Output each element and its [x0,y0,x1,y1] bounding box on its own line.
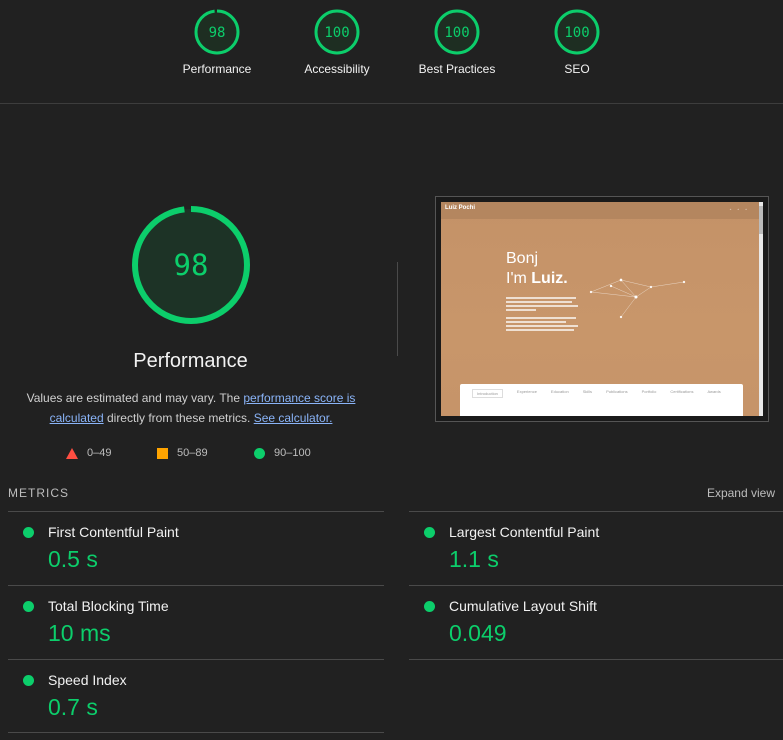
screenshot-tab: Introduction [472,389,503,398]
screenshot-heading-prefix: I'm [506,270,532,287]
svg-text:98: 98 [209,25,226,41]
see-calculator-link[interactable]: See calculator. [254,411,333,425]
pass-circle-icon [23,601,34,612]
screenshot-logo: Luiz Pochi [445,205,475,211]
legend-average: 50–89 [157,447,208,459]
pass-circle-icon [424,601,435,612]
circle-icon [254,447,265,459]
legend-fail: 0–49 [66,447,111,459]
vertical-divider [397,262,398,356]
metric-name: Largest Contentful Paint [449,524,600,540]
screenshot-tab: Awards [707,389,721,394]
accessibility-gauge-ring: 100 [314,9,360,55]
metric-value: 0.7 s [48,694,98,720]
network-graphic [589,278,686,319]
expand-view-button[interactable]: Expand view [707,486,775,500]
screenshot-tab-card: Introduction Experience Education Skills Pub… [460,384,743,416]
metrics-heading: METRICS [8,486,69,500]
gauge-label-performance: Performance [182,62,252,76]
metric-name: First Contentful Paint [48,524,179,540]
pass-circle-icon [424,527,435,538]
gauge-best-practices[interactable]: 100 Best Practices [397,8,517,76]
legend-fail-range: 0–49 [87,447,112,459]
gauge-label-seo: SEO [564,62,590,76]
metric-cumulative-layout-shift: Cumulative Layout Shift 0.049 [409,585,783,660]
gauge-performance[interactable]: 98 Performance [157,8,277,76]
metric-largest-contentful-paint: Largest Contentful Paint 1.1 s [409,511,783,586]
screenshot-navbar: Luiz Pochi ◦◦◦ [441,202,763,219]
gauge-label-accessibility: Accessibility [304,62,370,76]
legend-pass-range: 90–100 [274,447,311,459]
gauge-label-best-practices: Best Practices [418,62,496,76]
metric-value: 1.1 s [449,546,499,572]
gauge-seo[interactable]: 100 SEO [517,8,637,76]
screenshot-tab: Portfolio [641,389,657,394]
triangle-icon [66,447,78,459]
metric-value: 10 ms [48,620,111,646]
screenshot-nav-icons: ◦◦◦ [729,207,753,213]
screenshot-heading-line1: Bonj [506,250,539,267]
pass-circle-icon [23,675,34,686]
description-text-mid: directly from these metrics. [103,411,254,425]
gauge-accessibility[interactable]: 100 Accessibility [277,8,397,76]
seo-gauge-ring: 100 [554,9,600,55]
score-description: Values are estimated and may vary. The p… [20,388,362,428]
screenshot-tab: Experience [516,389,537,394]
final-screenshot[interactable]: Luiz Pochi ◦◦◦ Bonj I'm Luiz. Introducti… [435,196,769,422]
metric-first-contentful-paint: First Contentful Paint 0.5 s [8,511,384,586]
screenshot-body-text [506,295,586,333]
metric-name: Total Blocking Time [48,598,169,614]
svg-text:100: 100 [444,25,469,41]
performance-score-value: 98 [174,248,209,282]
performance-gauge-ring: 98 [194,9,240,55]
metric-speed-index: Speed Index 0.7 s [8,659,384,734]
metric-value: 0.049 [449,620,507,646]
screenshot-tab: Publications [606,389,628,394]
metric-value: 0.5 s [48,546,98,572]
metric-name: Speed Index [48,672,127,688]
screenshot-scrollbar [759,202,763,416]
svg-text:100: 100 [324,25,349,41]
metric-total-blocking-time: Total Blocking Time 10 ms [8,585,384,660]
metrics-right-divider [409,659,783,660]
screenshot-heading-name: Luiz. [531,270,568,287]
screenshot-heading: Bonj I'm Luiz. [506,249,568,289]
metric-name: Cumulative Layout Shift [449,598,597,614]
svg-text:100: 100 [564,25,589,41]
screenshot-tab: Education [550,389,569,394]
legend-pass: 90–100 [254,447,311,459]
square-icon [157,447,168,459]
screenshot-tab: Skills [582,389,593,394]
legend-average-range: 50–89 [177,447,208,459]
metrics-bottom-divider [8,732,384,733]
best-practices-gauge-ring: 100 [434,9,480,55]
category-gauges: 98 Performance 100 Accessibility 100 Bes… [0,0,783,104]
screenshot-tabs: Introduction Experience Education Skills Pub… [472,389,721,398]
performance-title: Performance [133,350,248,372]
pass-circle-icon [23,527,34,538]
screenshot-image: Luiz Pochi ◦◦◦ Bonj I'm Luiz. Introducti… [441,202,763,416]
screenshot-tab: Certifications [670,389,694,394]
description-text: Values are estimated and may vary. The [26,391,244,405]
performance-score-gauge: 98 [132,206,250,324]
